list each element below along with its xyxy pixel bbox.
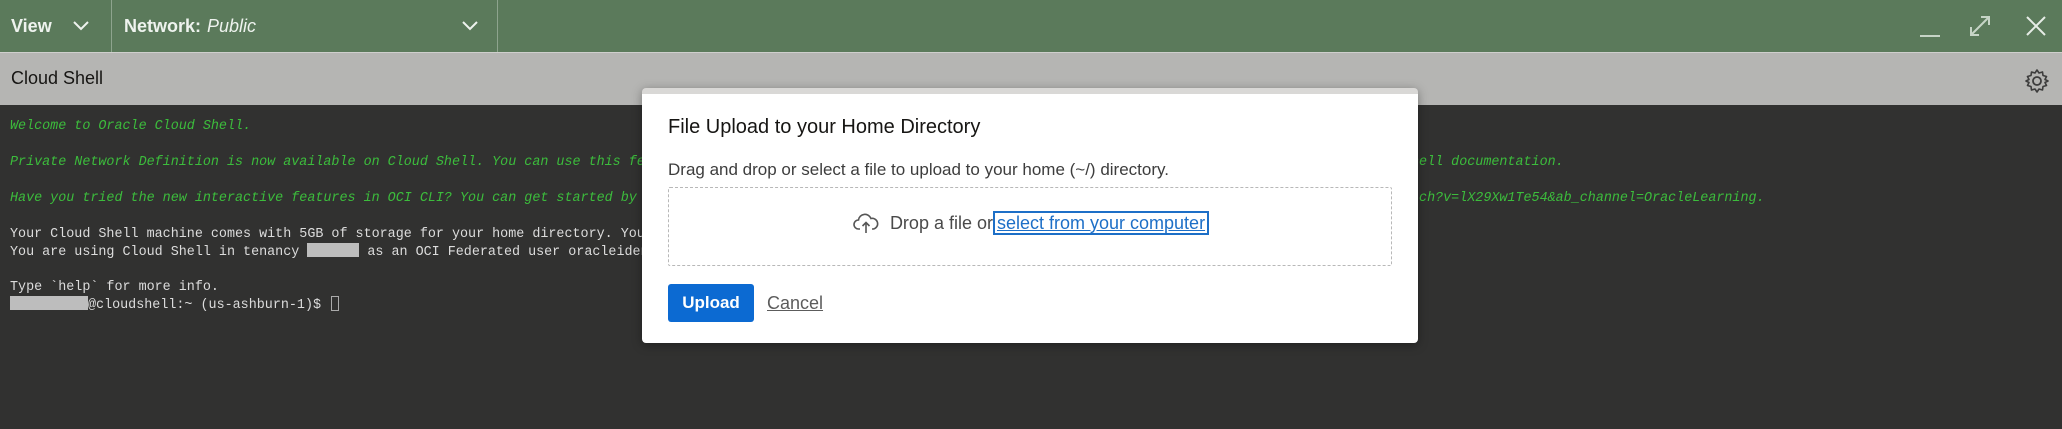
tenancy-text-a: You are using Cloud Shell in tenancy [10, 245, 308, 260]
terminal-prompt: @cloudshell:~ (us-ashburn-1)$ [88, 298, 330, 313]
chevron-down-icon [72, 16, 90, 37]
view-label: View [11, 15, 52, 36]
terminal-line-storage: Your Cloud Shell machine comes with 5GB … [10, 227, 669, 242]
top-toolbar: View Network: Public [0, 0, 2062, 52]
gear-icon[interactable] [2024, 68, 2050, 94]
network-value: Public [207, 15, 257, 36]
dialog-description: Drag and drop or select a file to upload… [668, 160, 1169, 179]
maximize-icon[interactable] [1964, 10, 1996, 42]
select-from-computer-link[interactable]: select from your computer [992, 211, 1210, 235]
tenancy-text-b: as an OCI Federated user oracleidentit [359, 245, 673, 260]
minimize-icon[interactable] [1914, 10, 1946, 42]
terminal-line-private-network-end: hell documentation. [1411, 155, 1564, 170]
redacted-tenancy [307, 243, 360, 257]
cloud-upload-icon [853, 213, 890, 233]
drop-zone-content: Drop a file or select from your computer [669, 211, 1391, 235]
network-select[interactable]: Network: Public [112, 0, 498, 52]
terminal-prompt-line: @cloudshell:~ (us-ashburn-1)$ [10, 296, 340, 314]
close-icon[interactable] [2020, 10, 2052, 42]
file-drop-zone[interactable]: Drop a file or select from your computer [668, 187, 1392, 266]
terminal-line-tenancy: You are using Cloud Shell in tenancy as … [10, 243, 673, 261]
cancel-link[interactable]: Cancel [767, 293, 823, 314]
drop-file-text: Drop a file or [889, 213, 993, 233]
file-upload-dialog: File Upload to your Home Directory Drag … [642, 88, 1418, 343]
terminal-line-welcome: Welcome to Oracle Cloud Shell. [10, 119, 252, 134]
terminal-line-cli: Have you tried the new interactive featu… [10, 191, 669, 206]
terminal-line-help: Type `help` for more info. [10, 280, 219, 295]
network-label: Network: [124, 15, 202, 36]
redacted-username [10, 296, 88, 310]
view-menu-button[interactable]: View [0, 0, 112, 52]
terminal-line-cli-end: tch?v=lX29Xw1Te54&ab_channel=OracleLearn… [1411, 191, 1765, 206]
terminal-line-private-network: Private Network Definition is now availa… [10, 155, 669, 170]
chevron-down-icon [461, 14, 479, 43]
page-title: Cloud Shell [11, 68, 104, 88]
upload-button[interactable]: Upload [668, 284, 754, 322]
terminal-cursor [331, 296, 340, 311]
dialog-title: File Upload to your Home Directory [668, 116, 981, 138]
